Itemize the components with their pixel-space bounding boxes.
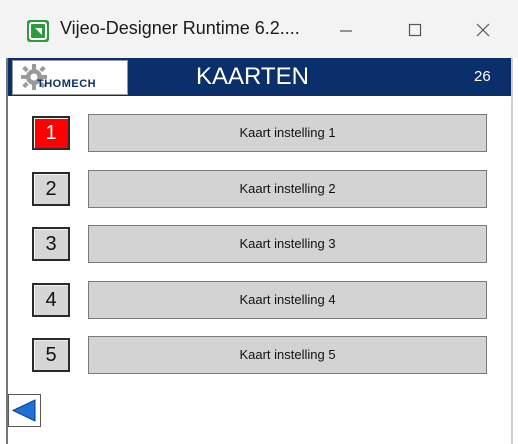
card-number-button-5[interactable]: 5	[32, 338, 70, 372]
maximize-icon	[408, 23, 422, 37]
card-setting-button-1[interactable]: Kaart instelling 1	[88, 114, 487, 152]
close-icon	[476, 23, 490, 37]
card-setting-button-3[interactable]: Kaart instelling 3	[88, 225, 487, 263]
card-number-button-2[interactable]: 2	[32, 172, 70, 206]
window-title: Vijeo-Designer Runtime 6.2....	[60, 18, 300, 38]
maximize-button[interactable]	[395, 14, 435, 46]
close-button[interactable]	[463, 14, 503, 46]
card-setting-button-2[interactable]: Kaart instelling 2	[88, 170, 487, 208]
minimize-button[interactable]	[326, 14, 366, 46]
screen-right-border	[511, 58, 513, 444]
screen-left-border	[6, 58, 8, 444]
card-number-button-4[interactable]: 4	[32, 283, 70, 317]
minimize-icon	[340, 30, 352, 32]
screen-number: 26	[474, 68, 491, 85]
vijeo-app-icon	[27, 20, 49, 42]
left-triangle-arrow-icon	[11, 399, 36, 422]
card-setting-button-5[interactable]: Kaart instelling 5	[88, 336, 487, 374]
card-number-button-3[interactable]: 3	[32, 227, 70, 261]
screen-title: KAARTEN	[196, 63, 309, 90]
card-number-button-1[interactable]: 1	[32, 116, 70, 150]
runtime-window: Vijeo-Designer Runtime 6.2.... THOMECH K…	[0, 0, 518, 444]
title-bar: Vijeo-Designer Runtime 6.2....	[0, 0, 518, 58]
card-setting-button-4[interactable]: Kaart instelling 4	[88, 281, 487, 319]
back-button[interactable]	[8, 394, 41, 427]
company-logo: THOMECH	[12, 60, 128, 95]
logo-text: THOMECH	[37, 78, 97, 90]
